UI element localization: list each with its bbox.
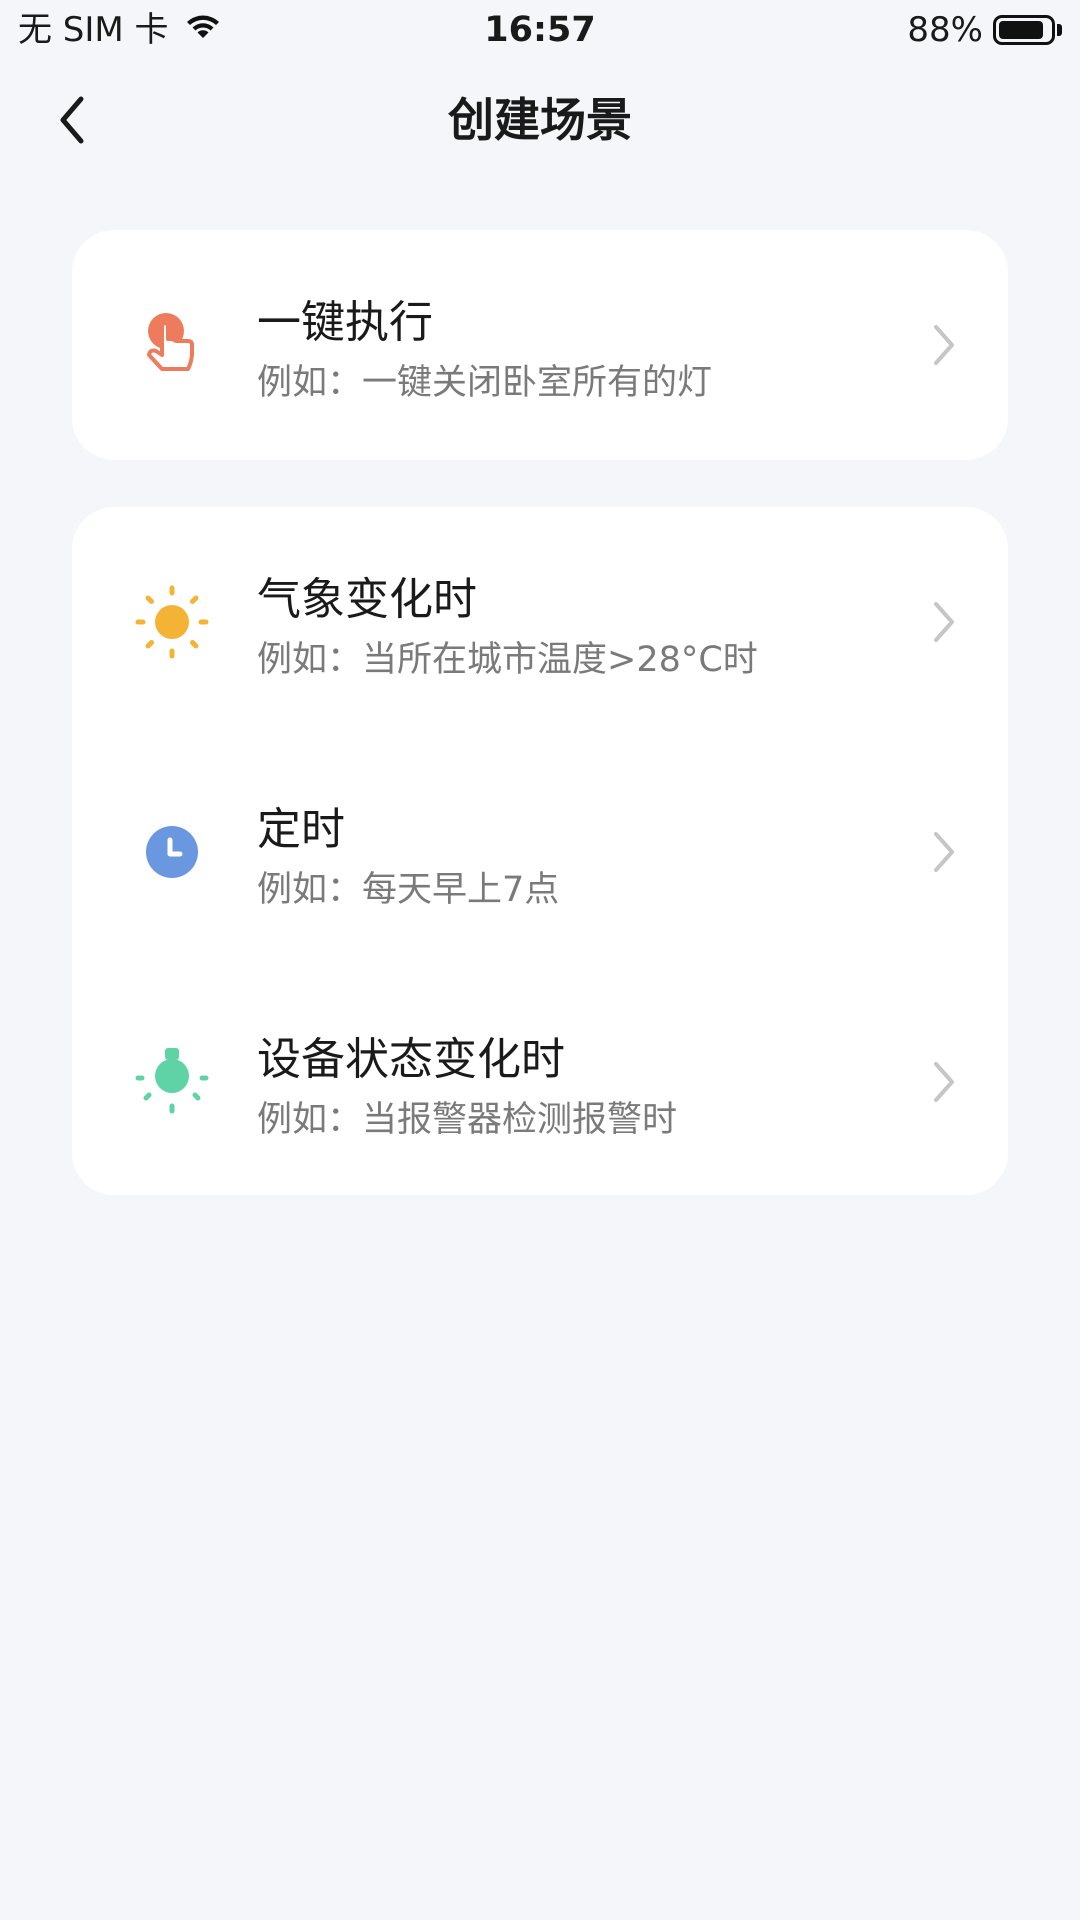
option-description: 例如：当报警器检测报警时 <box>257 1100 678 1140</box>
status-bar: 无 SIM 卡 16:57 88% <box>0 0 1080 60</box>
option-device-state-change[interactable]: 设备状态变化时 例如：当报警器检测报警时 <box>72 967 1008 1197</box>
lightbulb-icon <box>135 1048 209 1114</box>
option-title: 一键执行 <box>257 297 433 348</box>
option-title: 气象变化时 <box>257 574 477 625</box>
sun-icon <box>135 585 209 659</box>
scene-card-auto: 气象变化时 例如：当所在城市温度>28°C时 定时 例如：每天早上7点 设备状态… <box>72 507 1008 1195</box>
chevron-right-icon <box>934 325 954 365</box>
status-right: 88% <box>907 8 1062 52</box>
clock-icon <box>146 826 198 878</box>
battery-icon <box>993 15 1055 45</box>
battery-percent: 88% <box>907 10 983 50</box>
option-description: 例如：当所在城市温度>28°C时 <box>257 640 758 680</box>
option-one-tap[interactable]: 一键执行 例如：一键关闭卧室所有的灯 <box>72 230 1008 460</box>
chevron-right-icon <box>934 1062 954 1102</box>
battery-level-fill <box>999 21 1043 39</box>
battery-tip <box>1057 24 1062 36</box>
page-title: 创建场景 <box>448 93 632 147</box>
option-weather-change[interactable]: 气象变化时 例如：当所在城市温度>28°C时 <box>72 507 1008 737</box>
option-description: 例如：一键关闭卧室所有的灯 <box>257 363 713 403</box>
option-description: 例如：每天早上7点 <box>257 870 560 910</box>
option-timer[interactable]: 定时 例如：每天早上7点 <box>72 737 1008 967</box>
tap-hand-icon <box>147 313 194 371</box>
nav-bar: 创建场景 <box>0 70 1080 170</box>
chevron-right-icon <box>934 602 954 642</box>
chevron-right-icon <box>934 832 954 872</box>
option-title: 设备状态变化时 <box>257 1034 565 1085</box>
scene-card-manual: 一键执行 例如：一键关闭卧室所有的灯 <box>72 230 1008 460</box>
option-title: 定时 <box>257 804 345 855</box>
